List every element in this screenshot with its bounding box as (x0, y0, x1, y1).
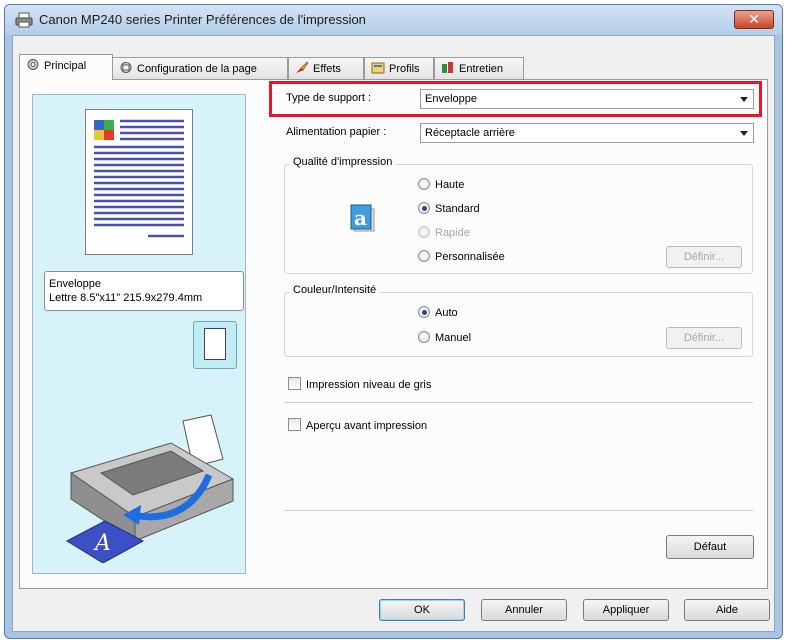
svg-text:A: A (93, 531, 111, 556)
window-title: Canon MP240 series Printer Préférences d… (39, 12, 366, 27)
printer-illustration: A (65, 414, 235, 563)
page-layout-illustration (94, 119, 184, 238)
tab-label: Entretien (459, 63, 504, 75)
tab-principal[interactable]: Principal (19, 54, 113, 80)
color-auto-label: Auto (435, 307, 458, 319)
preview-area: Enveloppe Lettre 8.5"x11" 215.9x279.4mm … (32, 94, 246, 574)
tab-label: Configuration de la page (137, 63, 257, 75)
defaults-button[interactable]: Défaut (666, 535, 754, 559)
media-type-value: Enveloppe (425, 93, 477, 105)
quality-a-icon: a (350, 204, 375, 232)
profile-icon (371, 62, 385, 74)
tab-maintenance[interactable]: Entretien (434, 57, 524, 79)
quality-standard-radio[interactable]: Standard (418, 202, 480, 215)
grayscale-checkbox[interactable]: Impression niveau de gris (288, 377, 431, 391)
chevron-down-icon (740, 131, 748, 136)
checkbox-box (288, 418, 301, 431)
page-preview (85, 109, 193, 255)
tab-label: Principal (44, 60, 87, 72)
color-manual-radio[interactable]: Manuel (418, 331, 471, 344)
quality-fast-label: Rapide (435, 227, 470, 239)
tab-page-setup[interactable]: Configuration de la page (112, 57, 288, 79)
portrait-icon (204, 328, 226, 360)
quality-custom-label: Personnalisée (435, 251, 505, 263)
quality-standard-label: Standard (435, 203, 480, 215)
quality-set-button[interactable]: Définir... (666, 246, 742, 268)
color-auto-radio[interactable]: Auto (418, 306, 458, 319)
radio-dot (418, 226, 430, 238)
gear-icon (27, 59, 39, 70)
cancel-button[interactable]: Annuler (481, 599, 567, 621)
paper-source-value: Réceptacle arrière (425, 127, 515, 139)
preview-label: Aperçu avant impression (306, 420, 428, 432)
maintenance-icon (442, 62, 453, 73)
paper-type-text: Enveloppe (49, 278, 101, 290)
tab-label: Profils (389, 63, 420, 75)
radio-dot-selected (418, 202, 430, 214)
principal-panel: Enveloppe Lettre 8.5"x11" 215.9x279.4mm … (19, 79, 768, 589)
dialog-window: Canon MP240 series Printer Préférences d… (4, 4, 783, 639)
paper-size-text: Lettre 8.5"x11" 215.9x279.4mm (49, 292, 203, 304)
chevron-down-icon (740, 97, 748, 102)
quality-fast-radio[interactable]: Rapide (418, 226, 470, 239)
paper-source-label: Alimentation papier : (286, 126, 387, 138)
tab-effects[interactable]: Effets (288, 57, 364, 79)
ok-button[interactable]: OK (379, 599, 465, 621)
paper-info-box: Enveloppe Lettre 8.5"x11" 215.9x279.4mm (44, 271, 244, 311)
tab-profiles[interactable]: Profils (364, 57, 434, 79)
color-group-title: Couleur/Intensité (290, 284, 380, 296)
quality-high-label: Haute (435, 179, 465, 191)
radio-dot (418, 331, 430, 343)
svg-text:a: a (354, 206, 367, 230)
quality-high-radio[interactable]: Haute (418, 178, 464, 191)
close-button[interactable]: ✕ (734, 10, 774, 29)
grayscale-label: Impression niveau de gris (306, 379, 432, 391)
orientation-button[interactable] (193, 321, 237, 369)
apply-button[interactable]: Appliquer (583, 599, 669, 621)
quality-custom-radio[interactable]: Personnalisée (418, 250, 505, 263)
preview-checkbox[interactable]: Aperçu avant impression (288, 418, 427, 432)
brush-icon (296, 61, 309, 73)
divider (284, 402, 753, 403)
checkbox-box (288, 377, 301, 390)
dialog-client: Principal Configuration de la page Effet… (12, 35, 775, 632)
page-setup-icon (120, 62, 132, 73)
color-manual-label: Manuel (435, 332, 472, 344)
radio-dot (418, 250, 430, 262)
radio-dot-selected (418, 306, 430, 318)
paper-source-select[interactable]: Réceptacle arrière (420, 123, 754, 143)
tab-label: Effets (313, 63, 341, 75)
divider (284, 510, 753, 511)
media-type-select[interactable]: Enveloppe (420, 89, 754, 109)
media-type-label: Type de support : (286, 92, 371, 104)
quality-group-title: Qualité d'impression (290, 156, 396, 168)
help-button[interactable]: Aide (684, 599, 770, 621)
printer-icon (15, 12, 33, 28)
title-bar[interactable]: Canon MP240 series Printer Préférences d… (5, 5, 782, 35)
radio-dot (418, 178, 430, 190)
color-set-button[interactable]: Définir... (666, 327, 742, 349)
